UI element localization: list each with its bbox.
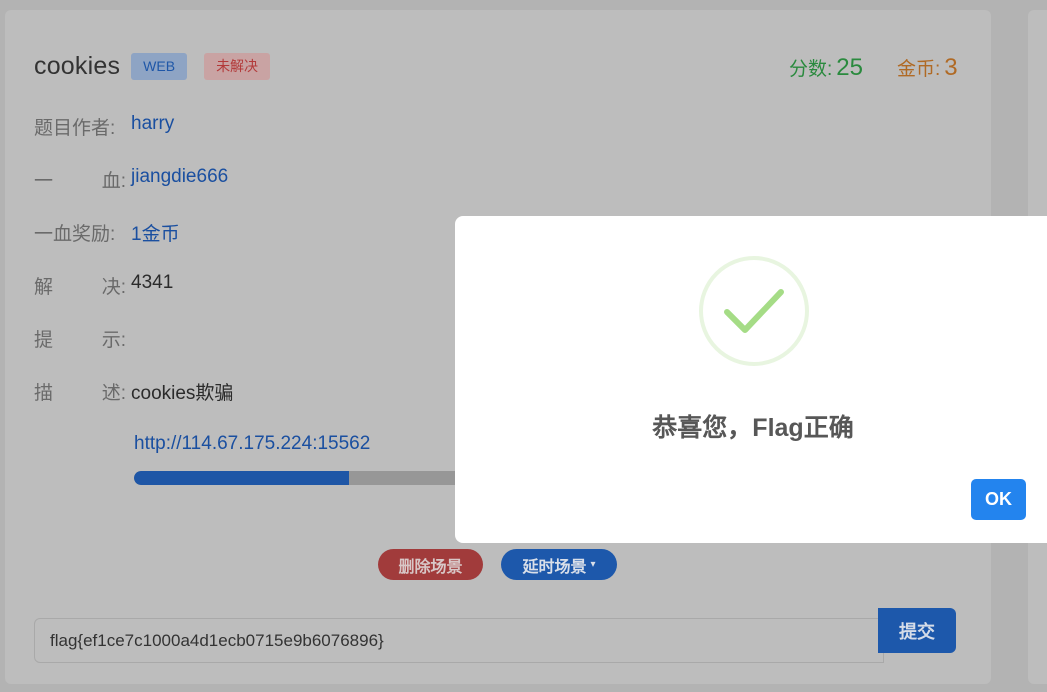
challenge-title: cookies — [34, 52, 121, 80]
status-badge: 未解决 — [204, 53, 271, 80]
detail-label-part: 述: — [101, 383, 126, 404]
detail-label: 一血奖励: — [34, 219, 126, 246]
delete-scene-label: 删除场景 — [398, 558, 463, 576]
detail-label-part: 题目作者: — [34, 118, 116, 139]
coin-label: 金币: — [897, 59, 941, 80]
detail-label-part: 决: — [101, 277, 126, 298]
detail-label-part: 提 — [34, 330, 54, 351]
detail-label-part: 血: — [101, 171, 126, 192]
ok-label: OK — [985, 489, 1012, 509]
detail-row: 题目作者: harry — [34, 113, 174, 140]
title-row: cookies WEB 未解决 — [34, 52, 271, 81]
detail-value: 4341 — [131, 272, 174, 293]
delay-scene-label: 延时场景 — [522, 558, 587, 576]
checkmark-icon — [724, 289, 784, 333]
coin-value: 3 — [944, 54, 958, 81]
submit-flag-button[interactable]: 提交 — [878, 608, 956, 653]
detail-row: 一血奖励: 1金币 — [34, 219, 180, 246]
detail-value[interactable]: jiangdie666 — [131, 166, 228, 193]
scene-progress-bar — [134, 471, 464, 485]
ok-button[interactable]: OK — [971, 479, 1026, 520]
success-modal: 恭喜您，Flag正确 OK — [455, 216, 1047, 543]
detail-label-part: 一血奖励: — [34, 224, 116, 245]
detail-label-part: 示: — [101, 330, 126, 351]
detail-value: cookies欺骗 — [131, 383, 234, 404]
detail-label: 题目作者: — [34, 113, 126, 140]
flag-input[interactable]: flag{ef1ce7c1000a4d1ecb0715e9b6076896} — [34, 618, 884, 663]
scene-progress-fill — [134, 471, 349, 485]
detail-label: 一 血: — [34, 166, 126, 193]
score-label: 分数: — [789, 59, 833, 80]
score-display: 分数: 25 — [789, 54, 863, 82]
detail-label: 描 述: — [34, 378, 126, 405]
category-badge: WEB — [131, 53, 188, 80]
detail-row: 描 述: cookies欺骗 — [34, 378, 233, 405]
detail-value[interactable]: harry — [131, 113, 174, 140]
detail-label: 提 示: — [34, 325, 126, 352]
detail-row: 一 血: jiangdie666 — [34, 166, 228, 193]
delete-scene-button[interactable]: 删除场景 — [378, 549, 483, 580]
detail-label-part: 描 — [34, 383, 54, 404]
scene-url-link[interactable]: http://114.67.175.224:15562 — [134, 433, 370, 455]
detail-label: 解 决: — [34, 272, 126, 299]
detail-row: 解 决: 4341 — [34, 272, 173, 299]
detail-value[interactable]: 1金币 — [131, 219, 180, 246]
detail-label-part: 一 — [34, 171, 54, 192]
success-checkmark-icon — [699, 256, 809, 366]
detail-row: 提 示: — [34, 325, 131, 352]
caret-down-icon: ▾ — [590, 559, 596, 570]
detail-label-part: 解 — [34, 277, 54, 298]
score-value: 25 — [836, 54, 863, 81]
delay-scene-button[interactable]: 延时场景 ▾ — [501, 549, 617, 580]
submit-flag-label: 提交 — [899, 621, 935, 642]
coin-display: 金币: 3 — [897, 54, 958, 82]
modal-message: 恭喜您，Flag正确 — [652, 414, 854, 442]
